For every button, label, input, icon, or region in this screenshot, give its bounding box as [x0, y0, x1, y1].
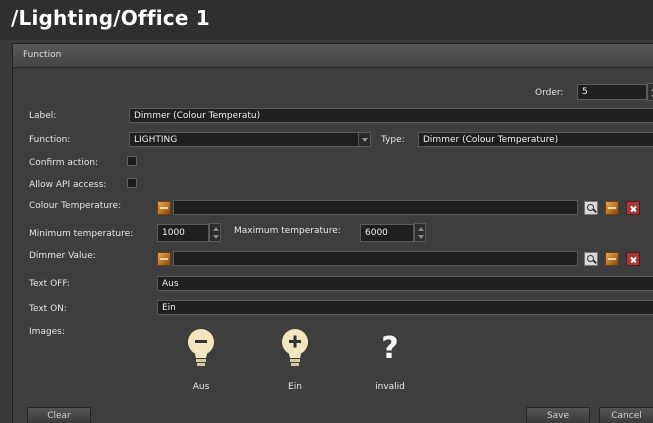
function-select[interactable]: LIGHTING	[129, 132, 371, 147]
max-temperature-input[interactable]: 6000	[360, 224, 414, 242]
save-button[interactable]: Save	[526, 407, 590, 423]
bulb-on-icon[interactable]	[280, 328, 310, 372]
cancel-button[interactable]: Cancel	[599, 407, 653, 423]
clear-button[interactable]: Clear	[27, 407, 91, 423]
images-label: Images:	[29, 327, 65, 337]
text-off-label: Text OFF:	[29, 279, 70, 289]
order-input[interactable]: 5	[577, 84, 647, 100]
bulb-off-icon[interactable]	[186, 328, 216, 372]
dimmer-value-label: Dimmer Value:	[29, 251, 96, 261]
max-temperature-label: Maximum temperature:	[234, 226, 341, 236]
dimmer-value-input[interactable]	[173, 251, 578, 266]
object-box-icon[interactable]	[157, 201, 171, 215]
colour-temperature-input[interactable]	[173, 200, 578, 215]
label-field-label: Label:	[29, 111, 57, 121]
search-icon[interactable]	[584, 252, 598, 266]
confirm-action-label: Confirm action:	[29, 158, 99, 168]
type-select[interactable]: Dimmer (Colour Temperature)	[418, 132, 653, 147]
order-stepper[interactable]	[647, 83, 653, 101]
colour-temperature-label: Colour Temperature:	[29, 201, 122, 211]
min-temperature-input[interactable]: 1000	[157, 224, 209, 242]
image-label-on: Ein	[288, 382, 302, 392]
text-on-label: Text ON:	[29, 304, 67, 314]
text-off-input[interactable]: Aus	[157, 276, 653, 291]
max-temperature-stepper[interactable]	[414, 223, 426, 242]
order-label: Order:	[535, 88, 564, 98]
allow-api-checkbox[interactable]	[127, 178, 137, 188]
text-on-input[interactable]: Ein	[157, 300, 653, 315]
function-panel: Function Order: 5 Label: Dimmer (Colour …	[12, 43, 653, 423]
min-temperature-label: Minimum temperature:	[29, 229, 134, 239]
object-box-icon[interactable]	[157, 252, 171, 266]
object-box-icon[interactable]	[605, 201, 619, 215]
delete-icon[interactable]	[626, 252, 640, 266]
object-box-icon[interactable]	[605, 252, 619, 266]
panel-header: Function	[13, 44, 653, 68]
question-mark-icon[interactable]: ?	[379, 331, 401, 369]
type-label: Type:	[381, 135, 405, 145]
panel-header-label: Function	[23, 50, 62, 60]
allow-api-label: Allow API access:	[29, 180, 107, 190]
search-icon[interactable]	[584, 201, 598, 215]
function-select-value: LIGHTING	[134, 135, 178, 145]
label-input[interactable]: Dimmer (Colour Temperatu)	[129, 108, 653, 123]
function-chevron-down-icon	[358, 133, 370, 146]
min-temperature-stepper[interactable]	[209, 223, 221, 242]
delete-icon[interactable]	[626, 201, 640, 215]
function-label: Function:	[29, 135, 71, 145]
image-label-off: Aus	[192, 382, 210, 392]
page-title: /Lighting/Office 1	[11, 6, 210, 30]
title-bar: /Lighting/Office 1	[0, 0, 653, 40]
svg-text:?: ?	[381, 331, 398, 365]
type-select-value: Dimmer (Colour Temperature)	[423, 135, 559, 145]
image-label-invalid: invalid	[375, 382, 405, 392]
confirm-action-checkbox[interactable]	[127, 156, 137, 166]
